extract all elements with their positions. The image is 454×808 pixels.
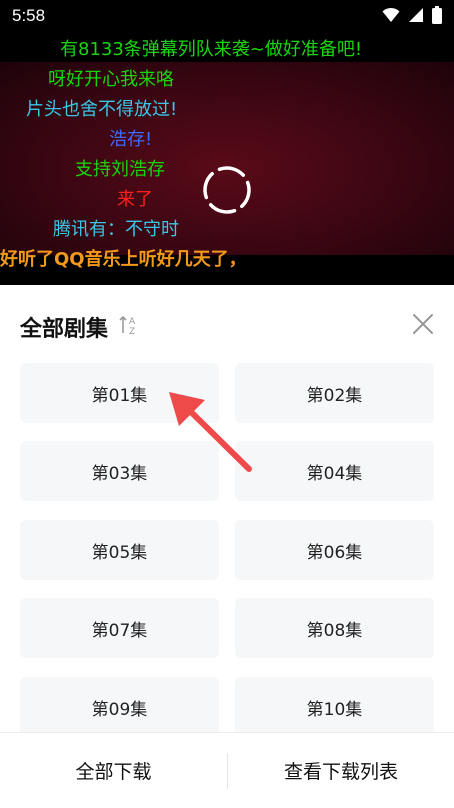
download-all-button[interactable]: 全部下载 bbox=[0, 733, 227, 808]
annotation-arrow-icon bbox=[169, 392, 252, 472]
svg-text:A: A bbox=[129, 317, 136, 327]
download-all-label: 全部下载 bbox=[75, 761, 152, 783]
episode-label: 第05集 bbox=[91, 542, 148, 563]
status-time: 5:58 bbox=[12, 6, 46, 25]
episode-item[interactable]: 第09集 bbox=[20, 677, 219, 737]
episode-label: 第06集 bbox=[306, 542, 363, 563]
episode-label: 第03集 bbox=[91, 463, 148, 484]
episode-label: 第01集 bbox=[91, 385, 148, 406]
battery-icon bbox=[432, 6, 442, 24]
danmaku-comment: 片头也舍不得放过! bbox=[26, 99, 178, 120]
episode-item[interactable]: 第10集 bbox=[235, 677, 434, 737]
danmaku-comment: 腾讯有：不守时 bbox=[53, 219, 179, 240]
wifi-icon bbox=[382, 7, 400, 22]
close-icon[interactable] bbox=[412, 313, 434, 339]
sheet-title: 全部剧集 bbox=[20, 317, 109, 342]
sort-az-icon[interactable]: A Z bbox=[118, 313, 140, 341]
danmaku-comment: 好听了QQ音乐上听好几天了， bbox=[0, 249, 247, 270]
episode-item[interactable]: 第07集 bbox=[20, 598, 219, 658]
view-downloads-label: 查看下载列表 bbox=[283, 761, 398, 783]
view-downloads-button[interactable]: 查看下载列表 bbox=[228, 733, 454, 808]
status-bar: 5:58 bbox=[0, 0, 454, 32]
video-player[interactable]: 有8133条弹幕列队来袭~做好准备吧! 呀好开心我来咯 片头也舍不得放过! 浩存… bbox=[0, 32, 454, 285]
episode-label: 第07集 bbox=[91, 620, 148, 641]
danmaku-comment: 来了 bbox=[117, 189, 153, 210]
danmaku-comment: 支持刘浩存 bbox=[75, 159, 165, 180]
episode-item[interactable]: 第02集 bbox=[235, 363, 434, 423]
episode-label: 第04集 bbox=[306, 463, 363, 484]
loading-spinner-icon bbox=[203, 166, 251, 214]
episode-item[interactable]: 第08集 bbox=[235, 598, 434, 658]
episode-sheet: 全部剧集 A Z 第01集 第02集 第03集 第04集 第05集 第06集 第… bbox=[0, 285, 454, 807]
sheet-footer: 全部下载 查看下载列表 bbox=[0, 732, 454, 808]
episode-label: 第02集 bbox=[306, 385, 363, 406]
episode-item[interactable]: 第06集 bbox=[235, 520, 434, 580]
danmaku-comment: 呀好开心我来咯 bbox=[48, 69, 174, 90]
episode-item[interactable]: 第04集 bbox=[235, 441, 434, 501]
episode-label: 第10集 bbox=[306, 699, 363, 720]
danmaku-comment: 有8133条弹幕列队来袭~做好准备吧! bbox=[60, 39, 363, 60]
svg-text:Z: Z bbox=[129, 327, 135, 337]
episode-label: 第09集 bbox=[91, 699, 148, 720]
signal-icon bbox=[409, 8, 423, 22]
sheet-header: 全部剧集 A Z bbox=[20, 311, 140, 343]
danmaku-comment: 浩存! bbox=[109, 129, 153, 150]
episode-item[interactable]: 第05集 bbox=[20, 520, 219, 580]
episode-label: 第08集 bbox=[306, 620, 363, 641]
status-icons bbox=[382, 6, 442, 24]
